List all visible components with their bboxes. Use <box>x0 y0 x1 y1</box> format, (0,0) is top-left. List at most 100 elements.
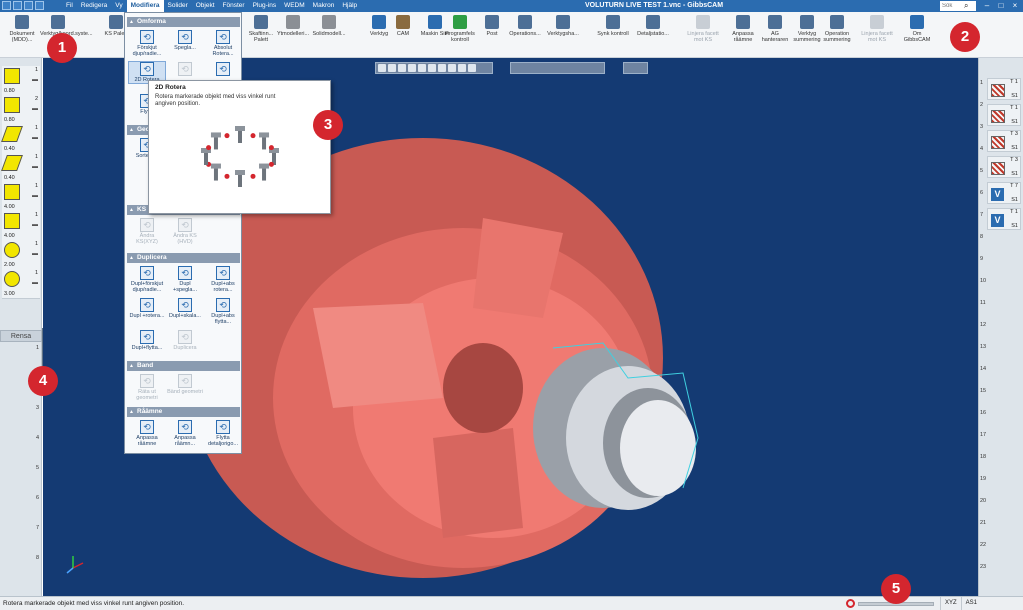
document-icon <box>15 15 29 29</box>
menu-makron[interactable]: Makron <box>309 0 339 12</box>
ribbon-button[interactable]: Linjera facett mot KS <box>686 15 720 43</box>
fit-icon[interactable] <box>418 64 426 72</box>
rotate-view-icon[interactable] <box>408 64 416 72</box>
stop-icon[interactable] <box>846 599 855 608</box>
ribbon-button[interactable]: CAM <box>386 15 420 37</box>
menu-objekt[interactable]: Objekt <box>192 0 219 12</box>
save-icon[interactable] <box>13 1 22 10</box>
menu-tool-item[interactable]: ⟲ <box>205 62 241 77</box>
process-item[interactable]: T 3 S1 <box>987 156 1021 178</box>
maximize-icon[interactable]: □ <box>994 0 1008 12</box>
ribbon-button[interactable]: Ytmodelleri... <box>276 15 310 37</box>
fit-stock2-icon: ⟲ <box>178 420 192 434</box>
tool-item[interactable]: 1 ▬ 0.80 <box>2 66 40 96</box>
v-process-icon: V <box>991 188 1004 201</box>
grid-icon[interactable] <box>468 64 476 72</box>
tool-item[interactable]: 2 ▬ 0.80 <box>2 95 40 125</box>
menu-vy[interactable]: Vy <box>111 0 126 12</box>
menu-fönster[interactable]: Fönster <box>219 0 249 12</box>
rensa-button[interactable]: Rensa <box>0 330 42 342</box>
view-icon[interactable] <box>378 64 386 72</box>
menu-tool-item: ⟲ <box>167 62 203 77</box>
app-icon[interactable] <box>2 1 11 10</box>
menu-wedm[interactable]: WEDM <box>280 0 309 12</box>
shade-icon[interactable] <box>428 64 436 72</box>
process-item[interactable]: T 3 S1 <box>987 130 1021 152</box>
dup-mirror-icon: ⟲ <box>178 266 192 280</box>
tool-item[interactable]: 1 ▬ 0.40 <box>1 153 40 183</box>
ribbon-button[interactable]: Detaljstatio... <box>636 15 670 37</box>
ribbon-button[interactable]: Om GibbsCAM <box>900 15 934 43</box>
minimize-icon[interactable]: – <box>980 0 994 12</box>
ribbon-button[interactable]: Post <box>475 15 509 37</box>
menu-tool-item[interactable]: ⟲ Anpassa råämn... <box>167 420 203 447</box>
rhombus-insert-icon <box>4 184 20 200</box>
menu-tool-item[interactable]: ⟲ Dupl+abs flytta... <box>205 298 241 325</box>
menu-tool-item[interactable]: ⟲ Spegla... <box>167 30 203 51</box>
menu-tool-label: Dupl +rotera... <box>129 313 165 319</box>
process-tool-number: T 7 <box>1010 183 1018 189</box>
toolholder-icon <box>556 15 570 29</box>
ribbon-button[interactable]: Synk kontroll <box>596 15 630 37</box>
menu-tool-item[interactable]: ⟲ Dupl+flytta... <box>129 330 165 351</box>
process-number: 17 <box>980 432 987 438</box>
status-cells: XYZ AS1 <box>940 597 981 610</box>
process-item[interactable]: T 1 S1 <box>987 78 1021 100</box>
ribbon-button[interactable]: Verktygsha... <box>546 15 580 37</box>
menu-redigera[interactable]: Redigera <box>77 0 111 12</box>
tool-item[interactable]: 1 ▬ 0.40 <box>1 124 40 154</box>
dup-abs-rotate-icon: ⟲ <box>216 266 230 280</box>
layer-icon[interactable] <box>458 64 466 72</box>
window-controls: – □ × <box>980 0 1022 12</box>
menu-tool-item[interactable]: ⟲ Anpassa råämne <box>129 420 165 447</box>
redo-icon[interactable] <box>35 1 44 10</box>
ribbon-button[interactable]: Verktyg summering <box>790 15 824 43</box>
tool-item[interactable]: 1 ▬ 4.00 <box>2 211 40 241</box>
ribbon-button[interactable]: AG hanteraren <box>758 15 792 43</box>
ribbon-button[interactable]: Programfels kontroll <box>443 15 477 43</box>
tool-item[interactable]: 1 ▬ 3.00 <box>2 269 40 299</box>
ribbon-button[interactable]: Anpassa råämne <box>726 15 760 43</box>
ribbon-button[interactable]: Skaftinn... Palett <box>244 15 278 43</box>
menu-tool-item[interactable]: ⟲ Dupl +spegla... <box>167 266 203 293</box>
process-item[interactable]: V T 1 S1 <box>987 208 1021 230</box>
menu-plug-ins[interactable]: Plug-ins <box>249 0 280 12</box>
process-item[interactable]: T 1 S1 <box>987 104 1021 126</box>
menu-tool-item[interactable]: ⟲ Dupl+skala... <box>167 298 203 319</box>
search-input[interactable] <box>940 1 976 11</box>
dup-move-icon: ⟲ <box>140 330 154 344</box>
search-icon[interactable]: ⌕ <box>964 1 968 11</box>
menu-tool-item[interactable]: ⟲ Dupl+förskjut djup/radie... <box>129 266 165 293</box>
menu-hjälp[interactable]: Hjälp <box>338 0 361 12</box>
ribbon-button[interactable]: Operations... <box>508 15 542 37</box>
ribbon-button[interactable]: Dokument (MDD)... <box>4 15 40 43</box>
menu-tool-item[interactable]: ⟲ Absolut Rotera... <box>205 30 241 57</box>
solid-icon <box>322 15 336 29</box>
ag-icon <box>768 15 782 29</box>
menu-tool-item[interactable]: ⟲ Dupl +rotera... <box>129 298 165 319</box>
zoom-icon[interactable] <box>388 64 396 72</box>
ribbon-button[interactable]: Linjera facett mot KS <box>860 15 894 43</box>
process-item[interactable]: V T 7 S1 <box>987 182 1021 204</box>
section-icon[interactable] <box>448 64 456 72</box>
close-icon[interactable]: × <box>1008 0 1022 12</box>
holder-icon: ▬ <box>32 193 38 199</box>
menu-tool-item[interactable]: ⟲ Flytta detaljorigo... <box>205 420 241 447</box>
menu-fil[interactable]: Fil <box>62 0 77 12</box>
pan-icon[interactable] <box>398 64 406 72</box>
ribbon-button[interactable]: Operation summering <box>820 15 854 43</box>
menu-solider[interactable]: Solider <box>164 0 192 12</box>
tool-item[interactable]: 1 ▬ 2.00 <box>2 240 40 270</box>
wire-icon[interactable] <box>438 64 446 72</box>
menu-tool-item[interactable]: ⟲ Dupl+abs rotera... <box>205 266 241 293</box>
station-icon <box>646 15 660 29</box>
menu-tool-item[interactable]: ⟲ Förskjut djup/radie... <box>129 30 165 57</box>
undo-icon[interactable] <box>24 1 33 10</box>
ribbon-button-label: Detaljstatio... <box>637 31 669 37</box>
tool-radius: 3.00 <box>4 291 15 297</box>
menu-modifiera[interactable]: Modifiera <box>126 0 164 12</box>
process-number: 10 <box>980 278 987 284</box>
ribbon-button[interactable]: Solidmodell... <box>312 15 346 37</box>
ribbon-button-label: Anpassa råämne <box>732 31 754 43</box>
tool-item[interactable]: 1 ▬ 4.00 <box>2 182 40 212</box>
